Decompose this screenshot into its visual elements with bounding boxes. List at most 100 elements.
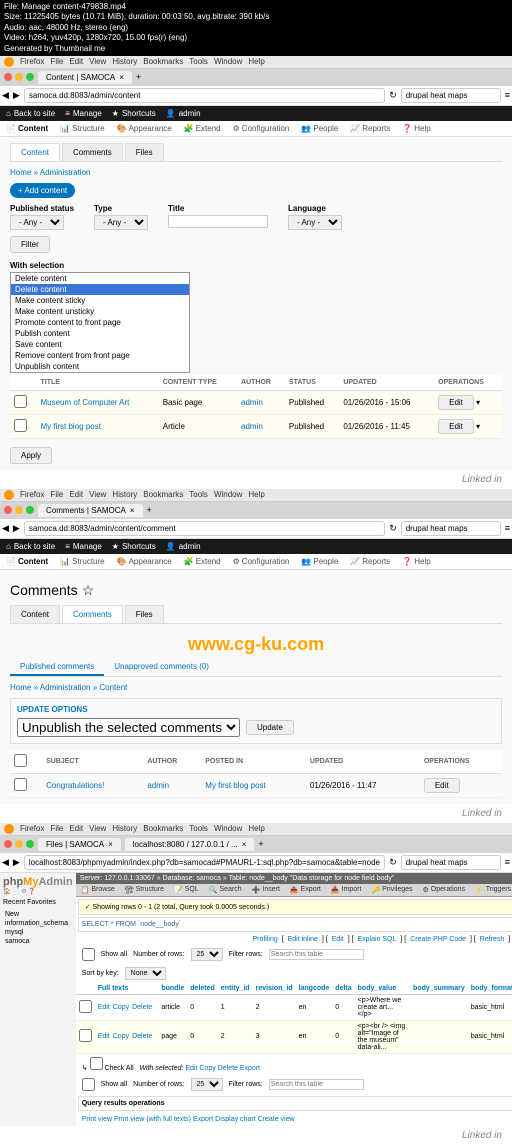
back-button[interactable]: ◀ [2, 90, 9, 101]
menu-help[interactable]: Help [248, 490, 264, 500]
th-body-format[interactable]: body_format [468, 983, 512, 995]
action-copy[interactable]: Copy [113, 1033, 129, 1040]
subtab-unapproved[interactable]: Unapproved comments (0) [104, 659, 219, 676]
sidebar-db[interactable]: information_schema [3, 919, 73, 928]
manage-button[interactable]: ≡ Manage [65, 109, 102, 118]
add-content-button[interactable]: + Add content [10, 183, 75, 198]
maximize-window[interactable] [26, 506, 34, 514]
browser-tab[interactable]: Content | SAMOCA × [38, 71, 132, 84]
dd-option-selected[interactable]: Delete content [11, 284, 189, 295]
th-author[interactable]: AUTHOR [143, 750, 201, 774]
dd-option[interactable]: Save content [11, 339, 189, 350]
row-checkbox[interactable] [79, 1029, 92, 1042]
menu-view[interactable]: View [89, 57, 106, 67]
th-delta[interactable]: delta [332, 983, 354, 995]
cell-posted-in[interactable]: My first blog post [201, 773, 306, 797]
tool-structure[interactable]: 📊 Structure [60, 557, 104, 566]
show-all-checkbox[interactable] [82, 948, 95, 961]
display-chart-link[interactable]: Display chart [215, 1116, 255, 1123]
pma-tab-structure[interactable]: 🏗 Structure [120, 884, 169, 896]
menu-edit[interactable]: Edit [69, 824, 83, 834]
sidebar-db[interactable]: mysql [3, 928, 73, 937]
create-view-link[interactable]: Create view [258, 1116, 295, 1123]
filter-rows-input[interactable] [269, 949, 364, 960]
menu-bookmarks[interactable]: Bookmarks [143, 824, 183, 834]
dd-option[interactable]: Unpublish content [11, 361, 189, 372]
menu-edit[interactable]: Edit [69, 57, 83, 67]
tool-help[interactable]: ❓ Help [402, 557, 430, 566]
edit-button[interactable]: Edit [424, 778, 460, 793]
menu-history[interactable]: History [112, 57, 137, 67]
pma-tab-operations[interactable]: ⚙ Operations [418, 884, 471, 896]
pma-breadcrumb[interactable]: Server: 127.0.0.1:33067 » Database: samo… [76, 873, 512, 884]
menu-firefox[interactable]: Firefox [20, 57, 44, 67]
browser-search[interactable] [401, 855, 501, 870]
menu-view[interactable]: View [89, 490, 106, 500]
menu-tools[interactable]: Tools [189, 490, 208, 500]
menu-window[interactable]: Window [214, 57, 242, 67]
minimize-window[interactable] [15, 506, 23, 514]
tab-comments[interactable]: Comments [62, 143, 123, 161]
th-fulltexts[interactable]: Full texts [95, 983, 159, 995]
show-all-checkbox-2[interactable] [82, 1078, 95, 1091]
tab-files[interactable]: Files [125, 605, 164, 623]
browser-search[interactable] [401, 88, 501, 103]
link-explain[interactable]: Explain SQL [357, 936, 396, 943]
tool-reports[interactable]: 📈 Reports [350, 557, 390, 566]
admin-user[interactable]: 👤 admin [166, 109, 201, 118]
close-window[interactable] [4, 840, 12, 848]
link-edit[interactable]: Edit [332, 936, 344, 943]
link-php[interactable]: Create PHP Code [410, 936, 466, 943]
menu-icon[interactable]: ≡ [505, 523, 510, 533]
row-checkbox[interactable] [14, 419, 27, 432]
cell-title[interactable]: Museum of Computer Art [36, 390, 158, 414]
th-posted-in[interactable]: POSTED IN [201, 750, 306, 774]
menu-file[interactable]: File [50, 57, 63, 67]
dd-option[interactable]: Make content unsticky [11, 306, 189, 317]
pma-nav-icons[interactable]: 🏠 📄 ⚙ ❓ [3, 888, 73, 895]
menu-view[interactable]: View [89, 824, 106, 834]
tab-comments[interactable]: Comments [62, 605, 123, 623]
link-refresh[interactable]: Refresh [480, 936, 505, 943]
back-to-site[interactable]: ⌂ Back to site [6, 109, 55, 118]
menu-window[interactable]: Window [214, 824, 242, 834]
pma-tab-browse[interactable]: 📋 Browse [76, 884, 120, 896]
shortcuts-button[interactable]: ★ Shortcuts [112, 542, 156, 551]
filter-rows-input-2[interactable] [269, 1079, 364, 1090]
bulk-edit[interactable]: Edit [185, 1065, 197, 1072]
browser-tab[interactable]: Comments | SAMOCA × [38, 504, 143, 517]
pma-tab-export[interactable]: 📤 Export [285, 884, 326, 896]
link-profiling[interactable]: Profiling [252, 936, 277, 943]
tool-reports[interactable]: 📈 Reports [350, 124, 390, 133]
close-tab-icon[interactable]: × [108, 840, 113, 849]
tool-help[interactable]: ❓ Help [402, 124, 430, 133]
select-type[interactable]: - Any - [94, 215, 148, 230]
action-edit[interactable]: Edit [98, 1004, 110, 1011]
tool-structure[interactable]: 📊 Structure [60, 124, 104, 133]
menu-help[interactable]: Help [248, 824, 264, 834]
pma-tab-search[interactable]: 🔍 Search [204, 884, 247, 896]
print-view-full-link[interactable]: Print view (with full texts) [114, 1116, 191, 1123]
dd-option[interactable]: Remove content from front page [11, 350, 189, 361]
tool-people[interactable]: 👥 People [301, 124, 338, 133]
minimize-window[interactable] [15, 840, 23, 848]
browser-tab-2[interactable]: localhost:8080 / 127.0.0.1 / ... × [125, 838, 255, 851]
tool-appearance[interactable]: 🎨 Appearance [117, 124, 172, 133]
address-input[interactable] [24, 521, 385, 536]
action-edit[interactable]: Edit [98, 1033, 110, 1040]
with-selection-dropdown[interactable]: Delete content Delete content Make conte… [10, 272, 190, 373]
pma-tab-triggers[interactable]: ⚡ Triggers [470, 884, 512, 896]
menu-history[interactable]: History [112, 490, 137, 500]
select-language[interactable]: - Any - [288, 215, 342, 230]
pma-tab-sql[interactable]: 📝 SQL [169, 884, 204, 896]
maximize-window[interactable] [26, 840, 34, 848]
input-title[interactable] [168, 215, 268, 228]
close-window[interactable] [4, 73, 12, 81]
num-rows-select[interactable]: 25 [191, 948, 223, 961]
menu-file[interactable]: File [50, 490, 63, 500]
dd-option[interactable]: Promote content to front page [11, 317, 189, 328]
new-tab-button[interactable]: + [147, 505, 152, 515]
tool-extend[interactable]: 🧩 Extend [184, 557, 221, 566]
close-tab-icon[interactable]: × [130, 506, 135, 515]
pma-tab-import[interactable]: 📥 Import [326, 884, 367, 896]
